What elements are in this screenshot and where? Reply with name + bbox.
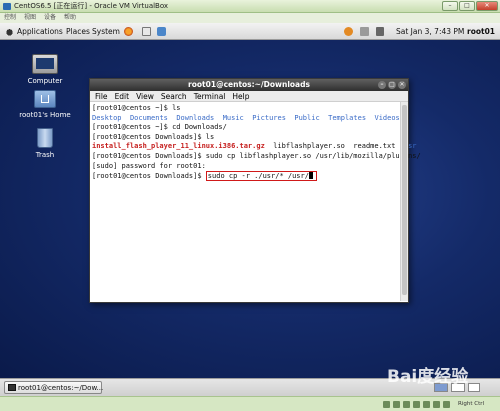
places-menu[interactable]: Places (66, 23, 90, 40)
trash-applet-icon[interactable] (468, 383, 480, 392)
host-key-label: Right Ctrl (458, 401, 485, 407)
mail-launcher-icon[interactable] (142, 27, 151, 36)
dir-entry: Videos (374, 113, 400, 122)
close-button[interactable]: ✕ (476, 1, 498, 11)
terminal-minimize-button[interactable]: – (378, 81, 386, 89)
shell-prompt: [root01@centos Downloads]$ (92, 172, 206, 181)
dir-entry: Desktop (92, 113, 122, 122)
vbox-window-title: CentOS6.5 [正在运行] - Oracle VM VirtualBox (14, 2, 169, 10)
menu-file[interactable]: File (95, 91, 108, 101)
terminal-menubar: File Edit View Search Terminal Help (90, 91, 408, 102)
volume-icon[interactable] (376, 27, 384, 36)
terminal-line: [sudo] password for root01: (92, 161, 206, 170)
terminal-titlebar[interactable]: root01@centos:~/Downloads – □ ✕ (90, 79, 408, 91)
terminal-line: [root01@centos Downloads]$ ls (92, 132, 215, 141)
terminal-line: [root01@centos ~]$ ls (92, 104, 181, 112)
terminal-close-button[interactable]: ✕ (398, 81, 406, 89)
hdd-status-icon[interactable] (383, 401, 390, 408)
terminal-line-ls-output: Desktop Documents Downloads Music Pictur… (92, 114, 406, 124)
terminal-window[interactable]: root01@centos:~/Downloads – □ ✕ File Edi… (89, 78, 421, 303)
terminal-line-current: [root01@centos Downloads]$ sudo cp -r ./… (92, 171, 406, 182)
computer-icon (32, 54, 58, 74)
home-folder-icon (34, 90, 56, 108)
virtualbox-app-icon (3, 3, 11, 10)
terminal-icon (8, 384, 16, 391)
trash-icon (37, 128, 53, 148)
usb-status-icon[interactable] (403, 401, 410, 408)
network-status-icon[interactable] (413, 401, 420, 408)
terminal-line-downloads-ls: install_flash_player_11_linux.i386.tar.g… (92, 142, 417, 152)
network-icon[interactable] (360, 27, 369, 36)
display-status-icon[interactable] (433, 401, 440, 408)
desktop-icon-label: Computer (27, 77, 63, 85)
menu-terminal[interactable]: Terminal (194, 91, 226, 101)
command-text: sudo cp -r ./usr/* /usr/ (207, 172, 309, 181)
terminal-line: [root01@centos ~]$ cd Downloads/ (92, 123, 227, 132)
cd-status-icon[interactable] (393, 401, 400, 408)
menu-help[interactable]: Help (232, 91, 249, 101)
gnome-top-panel: Applications Places System Sat Jan 3, 7:… (0, 23, 500, 40)
terminal-output[interactable]: [root01@centos ~]$ ls Desktop Documents … (90, 102, 421, 301)
terminal-line: [root01@centos Downloads]$ sudo cp libfl… (92, 151, 421, 160)
terminal-scrollbar[interactable] (400, 102, 408, 301)
desktop-icon-label: Trash (35, 151, 55, 159)
user-menu[interactable]: root01 (467, 23, 495, 40)
menu-edit[interactable]: Edit (115, 91, 130, 101)
archive-entry: install_flash_player_11_linux.i386.tar.g… (92, 142, 265, 151)
text-cursor (308, 172, 313, 180)
minimize-button[interactable]: – (442, 1, 458, 11)
system-menu[interactable]: System (92, 23, 120, 40)
vbox-menu-view[interactable]: 视图 (24, 13, 36, 23)
clock-datetime[interactable]: Sat Jan 3, 7:43 PM (396, 23, 464, 40)
desktop: Computer root01's Home Trash root01@cent… (0, 40, 500, 378)
taskbar-window-button[interactable]: root01@centos:~/Dow... (4, 381, 104, 394)
dir-entry: Downloads (176, 113, 215, 122)
vbox-menu-devices[interactable]: 设备 (44, 13, 56, 23)
update-notifier-icon[interactable] (344, 27, 353, 36)
menu-view[interactable]: View (136, 91, 154, 101)
help-launcher-icon[interactable] (157, 27, 166, 36)
vbox-menu-help[interactable]: 帮助 (64, 13, 76, 23)
applications-menu[interactable]: Applications (17, 23, 63, 40)
vbox-menubar: 控制 视图 设备 帮助 (0, 13, 500, 23)
shared-folder-status-icon[interactable] (423, 401, 430, 408)
baidu-watermark: Bai度经验 (387, 367, 469, 387)
vbox-menu-control[interactable]: 控制 (4, 13, 16, 23)
dir-entry: Public (294, 113, 320, 122)
vbox-statusbar: Right Ctrl (0, 396, 500, 411)
desktop-icon-computer[interactable]: Computer (15, 54, 75, 85)
terminal-maximize-button[interactable]: □ (388, 81, 396, 89)
dir-entry: Documents (129, 113, 168, 122)
maximize-button[interactable]: □ (459, 1, 475, 11)
highlighted-command[interactable]: sudo cp -r ./usr/* /usr/ (205, 171, 317, 182)
gnome-foot-icon (5, 27, 14, 36)
dir-entry: Music (222, 113, 244, 122)
dir-entry: Pictures (252, 113, 286, 122)
desktop-icon-trash[interactable]: Trash (15, 128, 75, 159)
scrollbar-thumb[interactable] (402, 105, 407, 295)
file-entries: libflashplayer.so readme.txt (264, 142, 404, 151)
firefox-launcher-icon[interactable] (124, 27, 133, 36)
dir-entry: Templates (328, 113, 367, 122)
mouse-status-icon[interactable] (443, 401, 450, 408)
vbox-titlebar: CentOS6.5 [正在运行] - Oracle VM VirtualBox … (0, 0, 500, 13)
taskbar-window-label: root01@centos:~/Dow... (18, 384, 104, 392)
terminal-title: root01@centos:~/Downloads (188, 80, 310, 89)
desktop-icon-label: root01's Home (19, 111, 71, 119)
desktop-icon-home[interactable]: root01's Home (15, 90, 75, 119)
menu-search[interactable]: Search (161, 91, 187, 101)
